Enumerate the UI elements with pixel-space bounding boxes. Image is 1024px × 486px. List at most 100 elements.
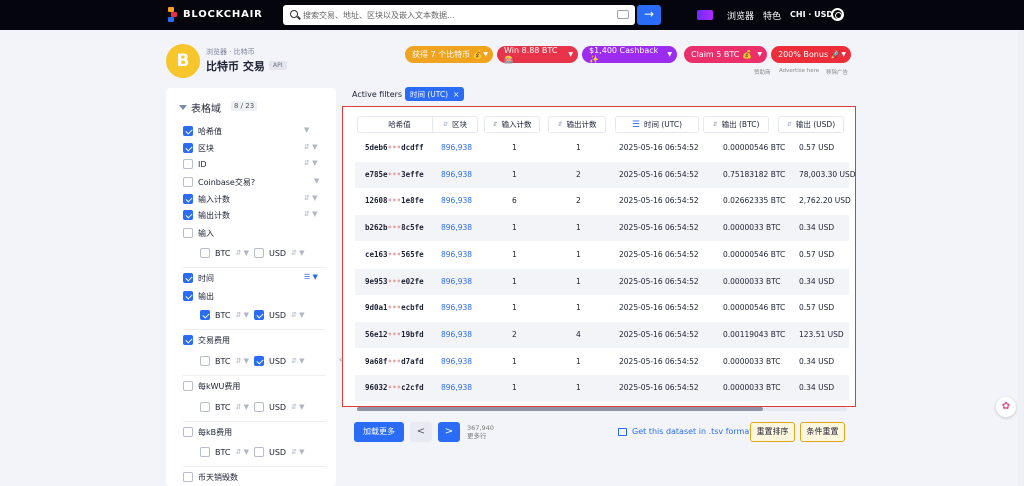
checkbox-btc[interactable] xyxy=(200,310,210,320)
column-header-block[interactable]: ⇵ 区块 xyxy=(432,116,478,133)
api-tag[interactable]: API xyxy=(269,61,287,70)
promo-button-3[interactable]: $1,400 Cashback ✨ ▼ xyxy=(582,46,677,64)
field-fee-per-kwu[interactable]: 每kWU费用 xyxy=(183,380,240,392)
reset-filter-button[interactable]: 条件重置 xyxy=(800,422,845,442)
checkbox[interactable] xyxy=(183,472,193,482)
checkbox-btc[interactable] xyxy=(200,248,210,258)
sort-filter-icons-active[interactable]: ☰ ▼ xyxy=(304,273,318,281)
column-header-output-count[interactable]: ⇵ 输出计数 xyxy=(548,116,606,133)
cell-hash[interactable]: 12608•••1e8fe xyxy=(365,196,424,205)
checkbox[interactable] xyxy=(183,228,193,238)
column-header-output-btc[interactable]: ⇵ 输出 (BTC) xyxy=(703,116,769,133)
sort-filter-icons[interactable]: ⇵ ▼ xyxy=(291,403,304,411)
checkbox-btc[interactable] xyxy=(200,402,210,412)
field-cdd[interactable]: 币天销毁数 xyxy=(183,471,238,483)
filter-icon[interactable]: ▼ xyxy=(304,126,309,134)
checkbox-btc[interactable] xyxy=(200,447,210,457)
prev-page-button[interactable]: < xyxy=(410,422,432,442)
cell-hash[interactable]: 9d0a1•••ecbfd xyxy=(365,303,424,312)
search-button[interactable]: → xyxy=(637,5,661,25)
tsv-download-link[interactable]: Get this dataset in .tsv format xyxy=(618,427,752,436)
column-header-input-count[interactable]: ⇵ 输入计数 xyxy=(484,116,540,133)
cell-hash[interactable]: 5deb6•••dcdff xyxy=(365,143,424,152)
table-row[interactable]: 96032•••c2cfd 896,938 1 1 2025-05-16 06:54:5… xyxy=(355,375,849,402)
cell-block[interactable]: 896,938 xyxy=(441,250,472,259)
field-input-count[interactable]: 输入计数 xyxy=(183,193,230,205)
cell-hash[interactable]: 96032•••c2cfd xyxy=(365,383,424,392)
checkbox-btc[interactable] xyxy=(200,356,210,366)
checkbox[interactable] xyxy=(183,126,193,136)
lang-currency-selector[interactable]: CHI · USD xyxy=(790,10,833,19)
sort-filter-icons[interactable]: ⇵ ▼ xyxy=(236,249,249,257)
reset-sort-button[interactable]: 重置排序 xyxy=(750,422,795,442)
remove-ads-link[interactable]: 移除广告 xyxy=(826,68,848,76)
checkbox[interactable] xyxy=(183,143,193,153)
cell-block[interactable]: 896,938 xyxy=(441,383,472,392)
chevron-left-icon[interactable]: ‹ xyxy=(339,355,342,364)
table-row[interactable]: e785e•••3effe 896,938 1 2 2025-05-16 06:54:5… xyxy=(355,161,856,188)
field-id[interactable]: ID xyxy=(183,158,207,170)
sort-filter-icons[interactable]: ⇵ ▼ xyxy=(291,357,304,365)
sort-filter-icons[interactable]: ⇵ ▼ xyxy=(304,159,317,167)
promo-button-1[interactable]: 获得 7 个比特币 💰 ▼ xyxy=(405,46,493,63)
sort-filter-icons[interactable]: ⇵ ▼ xyxy=(236,403,249,411)
table-row[interactable]: 9a68f•••d7afd 896,938 1 1 2025-05-16 06:54:5… xyxy=(355,349,849,375)
checkbox[interactable] xyxy=(183,381,193,391)
cell-block[interactable]: 896,938 xyxy=(441,303,472,312)
sort-filter-icons[interactable]: ⇵ ▼ xyxy=(291,448,304,456)
checkbox[interactable] xyxy=(183,159,193,169)
table-row[interactable]: ce163•••565fe 896,938 1 1 2025-05-16 06:54:5… xyxy=(355,242,849,268)
field-hash[interactable]: 哈希值 xyxy=(183,125,222,137)
cell-block[interactable]: 896,938 xyxy=(441,223,472,232)
sort-filter-icons[interactable]: ⇵ ▼ xyxy=(304,194,317,202)
cell-block[interactable]: 896,938 xyxy=(441,143,472,152)
promo-button-4[interactable]: Claim 5 BTC 💰 ▼ xyxy=(684,46,767,63)
table-row[interactable]: b262b•••8c5fe 896,938 1 1 2025-05-16 06:54:5… xyxy=(355,215,849,242)
column-header-hash[interactable]: 哈希值 xyxy=(357,116,442,133)
nav-link-features[interactable]: 特色 xyxy=(763,9,781,22)
sort-filter-icons[interactable]: ⇵ ▼ xyxy=(304,143,317,151)
advertise-link[interactable]: Advertise here xyxy=(779,68,819,74)
cell-hash[interactable]: 9a68f•••d7afd xyxy=(365,357,424,366)
field-fee[interactable]: 交易费用 xyxy=(183,334,230,346)
sort-filter-icons[interactable]: ⇵ ▼ xyxy=(304,210,317,218)
cell-hash[interactable]: 56e12•••19bfd xyxy=(365,330,424,339)
cell-hash[interactable]: 9e953•••e02fe xyxy=(365,277,424,286)
load-more-button[interactable]: 加载更多 xyxy=(354,422,404,442)
cell-block[interactable]: 896,938 xyxy=(441,357,472,366)
table-row[interactable]: 5deb6•••dcdff 896,938 1 1 2025-05-16 06:54:5… xyxy=(355,135,849,161)
cell-block[interactable]: 896,938 xyxy=(441,196,472,205)
table-row[interactable]: 12608•••1e8fe 896,938 6 2 2025-05-16 06:54:5… xyxy=(355,188,851,214)
cell-hash[interactable]: b262b•••8c5fe xyxy=(365,223,424,232)
checkbox[interactable] xyxy=(183,335,193,345)
promo-button-2[interactable]: Win 8.88 BTC 🎰 ▼ xyxy=(497,46,578,64)
field-output-count[interactable]: 输出计数 xyxy=(183,209,230,221)
cell-hash[interactable]: e785e•••3effe xyxy=(365,170,424,179)
camera-icon[interactable] xyxy=(617,10,629,19)
checkbox[interactable] xyxy=(183,177,193,187)
breadcrumb[interactable]: 浏览器 · 比特币 xyxy=(206,47,255,57)
sort-filter-icons[interactable]: ⇵ ▼ xyxy=(291,249,304,257)
field-coinbase[interactable]: Coinbase交易? xyxy=(183,176,255,188)
checkbox-usd[interactable] xyxy=(253,310,264,320)
field-fee-per-kb[interactable]: 每kB费用 xyxy=(183,426,232,438)
checkbox-usd[interactable] xyxy=(253,447,264,457)
checkbox-usd[interactable] xyxy=(253,356,264,366)
sort-filter-icons[interactable]: ⇵ ▼ xyxy=(236,311,249,319)
table-row[interactable]: 56e12•••19bfd 896,938 2 4 2025-05-16 06:54:5… xyxy=(355,321,849,348)
checkbox-usd[interactable] xyxy=(253,402,264,412)
sort-filter-icons[interactable]: ⇵ ▼ xyxy=(291,311,304,319)
field-block[interactable]: 区块 xyxy=(183,142,214,154)
column-header-time[interactable]: ☰ 时间 (UTC) xyxy=(615,116,699,133)
sort-filter-icons[interactable]: ⇵ ▼ xyxy=(236,448,249,456)
checkbox[interactable] xyxy=(183,291,193,301)
cell-block[interactable]: 896,938 xyxy=(441,277,472,286)
cell-block[interactable]: 896,938 xyxy=(441,170,472,179)
field-output[interactable]: 输出 xyxy=(183,290,214,302)
filter-chip-time[interactable]: 时间 (UTC) × xyxy=(405,87,465,101)
nav-link-explorers[interactable]: 浏览器 xyxy=(727,9,754,22)
field-input[interactable]: 输入 xyxy=(183,227,214,239)
cell-block[interactable]: 896,938 xyxy=(441,330,472,339)
filter-icon[interactable]: ▼ xyxy=(314,177,319,185)
table-row[interactable]: 9d0a1•••ecbfd 896,938 1 1 2025-05-16 06:54:5… xyxy=(355,295,849,321)
